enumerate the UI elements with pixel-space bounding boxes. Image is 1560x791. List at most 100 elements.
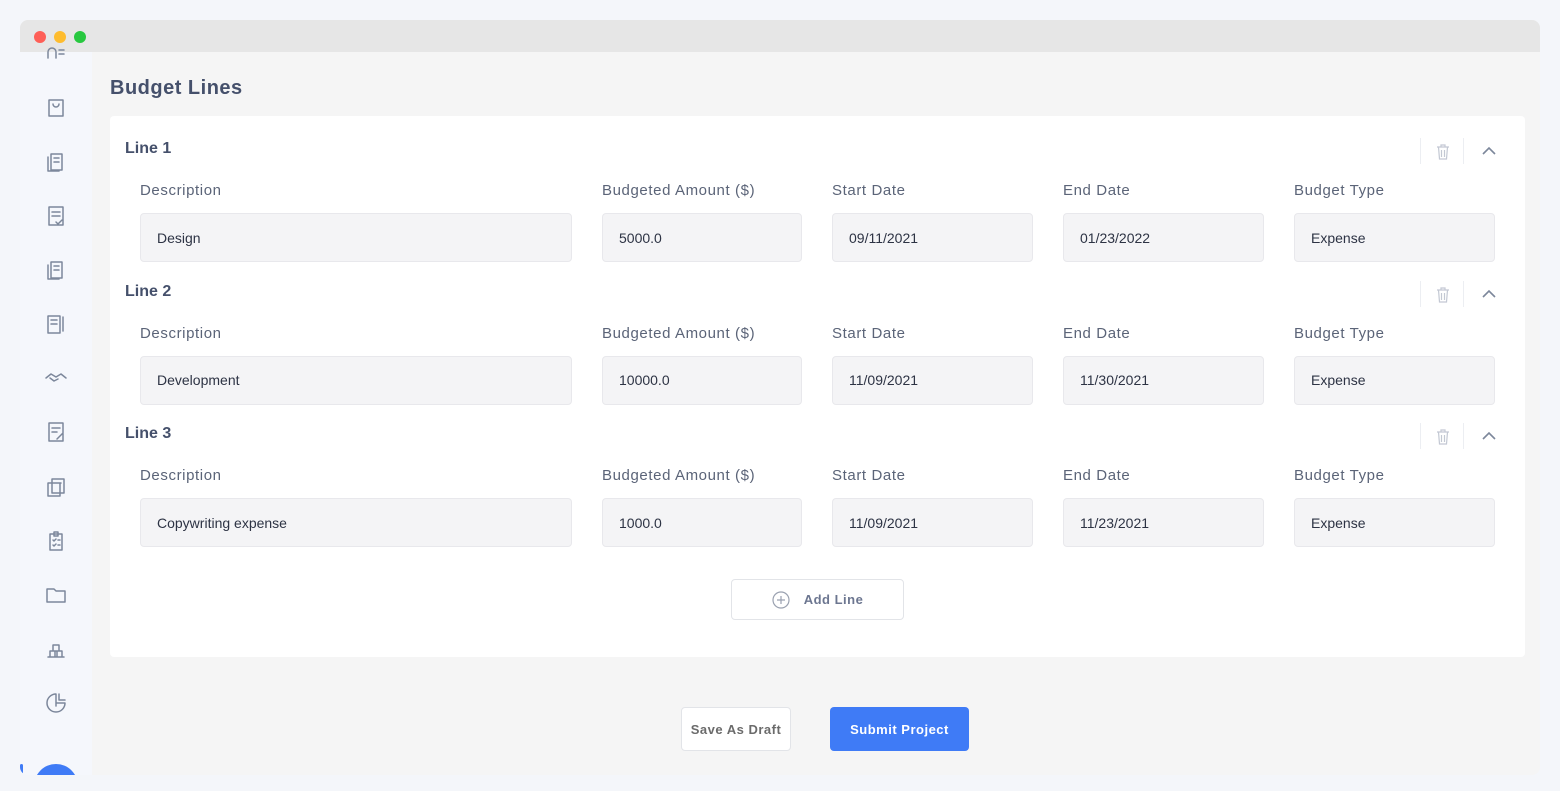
amount-input[interactable]: 5000.0 (602, 213, 802, 262)
sidebar (20, 52, 92, 775)
sidebar-item-2[interactable] (44, 96, 68, 120)
start-label: Start Date (832, 182, 1033, 203)
type-label: Budget Type (1294, 182, 1495, 203)
type-field: Budget Type Expense (1294, 325, 1495, 405)
divider (1420, 281, 1421, 307)
sidebar-item-active[interactable] (34, 764, 78, 775)
sidebar-item-1[interactable] (44, 44, 68, 68)
start-input[interactable]: 11/09/2021 (832, 356, 1033, 405)
amount-input[interactable]: 10000.0 (602, 356, 802, 405)
type-input[interactable]: Expense (1294, 498, 1495, 547)
end-label: End Date (1063, 182, 1264, 203)
divider (1420, 423, 1421, 449)
collapse-chevron-icon[interactable] (1482, 431, 1496, 441)
description-field: Description Copywriting expense (140, 467, 572, 547)
checklist-document-icon (44, 204, 68, 228)
end-input[interactable]: 11/23/2021 (1063, 498, 1264, 547)
active-indicator (20, 764, 23, 775)
end-field: End Date 01/23/2022 (1063, 182, 1264, 262)
description-label: Description (140, 467, 572, 488)
sidebar-item-10[interactable] (44, 529, 68, 553)
clipboard-check-icon (44, 529, 68, 553)
app-window: Budget Lines Add Line Line 1 Description… (20, 20, 1540, 775)
start-field: Start Date 11/09/2021 (832, 467, 1033, 547)
divider (1463, 138, 1464, 164)
start-input[interactable]: 11/09/2021 (832, 498, 1033, 547)
amount-label: Budgeted Amount ($) (602, 182, 802, 203)
start-label: Start Date (832, 325, 1033, 346)
amount-input[interactable]: 1000.0 (602, 498, 802, 547)
page-title: Budget Lines (110, 77, 243, 100)
type-field: Budget Type Expense (1294, 182, 1495, 262)
minimize-window-button[interactable] (54, 31, 66, 43)
finance-chart-icon (44, 691, 68, 715)
document-edit-icon (44, 420, 68, 444)
shopping-bag-icon (44, 96, 68, 120)
type-input[interactable]: Expense (1294, 356, 1495, 405)
budget-line: Line 1 Description Design Budgeted Amoun… (110, 116, 1525, 256)
type-label: Budget Type (1294, 325, 1495, 346)
delete-line-icon[interactable] (1436, 287, 1450, 303)
sidebar-item-7[interactable] (44, 366, 68, 390)
add-line-label: Add Line (804, 592, 864, 607)
description-input[interactable]: Development (140, 356, 572, 405)
divider (1420, 138, 1421, 164)
end-field: End Date 11/23/2021 (1063, 467, 1264, 547)
amount-label: Budgeted Amount ($) (602, 325, 802, 346)
submit-project-button[interactable]: Submit Project (830, 707, 969, 751)
sidebar-item-12[interactable] (44, 637, 68, 661)
plus-circle-icon (772, 591, 790, 609)
sidebar-item-4[interactable] (44, 204, 68, 228)
receipt-icon (44, 150, 68, 174)
start-field: Start Date 11/09/2021 (832, 325, 1033, 405)
save-draft-button[interactable]: Save As Draft (681, 707, 791, 751)
close-window-button[interactable] (34, 31, 46, 43)
description-input[interactable]: Design (140, 213, 572, 262)
divider (1463, 281, 1464, 307)
divider (1463, 423, 1464, 449)
budget-line: Line 3 Description Copywriting expense B… (110, 401, 1525, 541)
description-label: Description (140, 182, 572, 203)
type-label: Budget Type (1294, 467, 1495, 488)
layers-icon (43, 773, 69, 775)
type-field: Budget Type Expense (1294, 467, 1495, 547)
description-field: Description Development (140, 325, 572, 405)
line-title: Line 2 (125, 283, 171, 301)
sidebar-item-9[interactable] (44, 475, 68, 499)
budget-lines-card: Add Line Line 1 Description Design Budge… (110, 116, 1525, 657)
collapse-chevron-icon[interactable] (1482, 146, 1496, 156)
sidebar-item-3[interactable] (44, 150, 68, 174)
end-input[interactable]: 11/30/2021 (1063, 356, 1264, 405)
add-line-button[interactable]: Add Line (731, 579, 904, 620)
collapse-chevron-icon[interactable] (1482, 289, 1496, 299)
amount-field: Budgeted Amount ($) 5000.0 (602, 182, 802, 262)
sidebar-item-11[interactable] (44, 583, 68, 607)
receipt-icon (44, 258, 68, 282)
sidebar-item-13[interactable] (44, 691, 68, 715)
boxes-icon (44, 637, 68, 661)
title-bar (20, 20, 1540, 52)
budget-line: Line 2 Description Development Budgeted … (110, 259, 1525, 399)
description-label: Description (140, 325, 572, 346)
delete-line-icon[interactable] (1436, 144, 1450, 160)
type-input[interactable]: Expense (1294, 213, 1495, 262)
end-field: End Date 11/30/2021 (1063, 325, 1264, 405)
start-field: Start Date 09/11/2021 (832, 182, 1033, 262)
start-input[interactable]: 09/11/2021 (832, 213, 1033, 262)
amount-field: Budgeted Amount ($) 1000.0 (602, 467, 802, 547)
amount-label: Budgeted Amount ($) (602, 467, 802, 488)
handshake-icon (44, 366, 68, 390)
sidebar-item-8[interactable] (44, 420, 68, 444)
delete-line-icon[interactable] (1436, 429, 1450, 445)
end-label: End Date (1063, 325, 1264, 346)
notepad-pen-icon (44, 312, 68, 336)
line-title: Line 3 (125, 425, 171, 443)
maximize-window-button[interactable] (74, 31, 86, 43)
description-field: Description Design (140, 182, 572, 262)
folder-icon (44, 583, 68, 607)
sidebar-item-6[interactable] (44, 312, 68, 336)
description-input[interactable]: Copywriting expense (140, 498, 572, 547)
documents-icon (44, 475, 68, 499)
sidebar-item-5[interactable] (44, 258, 68, 282)
end-input[interactable]: 01/23/2022 (1063, 213, 1264, 262)
